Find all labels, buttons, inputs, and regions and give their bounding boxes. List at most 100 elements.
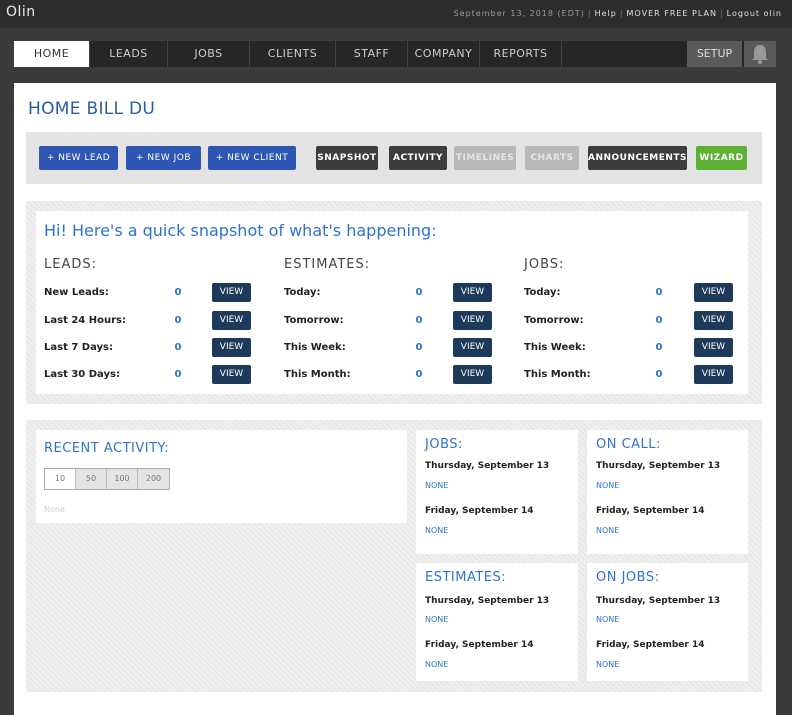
top-bar: Olin September 13, 2018 (EDT) | Help | MOVER… xyxy=(0,0,792,28)
stat-value: 0 xyxy=(174,342,182,353)
tab-jobs[interactable]: JOBS xyxy=(168,41,250,67)
new-lead-button[interactable]: + NEW LEAD xyxy=(39,146,118,170)
charts-button[interactable]: CHARTS xyxy=(525,146,579,170)
schedule-none-link[interactable]: NONE xyxy=(425,526,448,535)
schedule-date: Thursday, September 13 xyxy=(596,461,721,471)
stat-label: Today: xyxy=(284,287,321,298)
stat-value: 0 xyxy=(655,315,663,326)
snapshot-title: Hi! Here's a quick snapshot of what's ha… xyxy=(44,221,437,240)
stat-value: 0 xyxy=(415,369,423,380)
help-link[interactable]: Help xyxy=(595,9,617,18)
leads-heading: LEADS: xyxy=(44,257,97,272)
view-button[interactable]: VIEW xyxy=(453,311,492,330)
stat-value: 0 xyxy=(415,287,423,298)
stat-value: 0 xyxy=(415,342,423,353)
stat-label: Tomorrow: xyxy=(284,315,344,326)
view-button[interactable]: VIEW xyxy=(694,283,733,302)
tab-reports[interactable]: REPORTS xyxy=(480,41,562,67)
stat-value: 0 xyxy=(415,315,423,326)
app-brand: Olin xyxy=(6,4,36,20)
schedule-date: Friday, September 14 xyxy=(596,506,705,516)
recent-activity-panel: RECENT ACTIVITY: 10 50 100 200 None xyxy=(36,430,407,523)
view-button[interactable]: VIEW xyxy=(453,365,492,384)
notifications-button[interactable] xyxy=(744,41,776,67)
setup-button[interactable]: SETUP xyxy=(687,41,742,67)
plan-link[interactable]: MOVER FREE PLAN xyxy=(627,9,717,18)
stat-label: This Week: xyxy=(284,342,346,353)
page-size-option[interactable]: 100 xyxy=(107,469,138,489)
card-title: ON JOBS: xyxy=(596,570,660,585)
schedule-date: Friday, September 14 xyxy=(425,506,534,516)
stat-value: 0 xyxy=(655,369,663,380)
view-button[interactable]: VIEW xyxy=(212,311,251,330)
tab-home[interactable]: HOME xyxy=(14,41,90,67)
top-meta: September 13, 2018 (EDT) | Help | MOVER FREE… xyxy=(453,9,782,18)
on-call-card: ON CALL: Thursday, September 13 NONE Fri… xyxy=(587,430,748,554)
card-title: ESTIMATES: xyxy=(425,570,507,585)
stat-label: This Month: xyxy=(524,369,591,380)
stat-value: 0 xyxy=(655,342,663,353)
view-button[interactable]: VIEW xyxy=(694,365,733,384)
schedule-none-link[interactable]: NONE xyxy=(596,526,619,535)
timelines-button[interactable]: TIMELINES xyxy=(454,146,516,170)
tab-clients[interactable]: CLIENTS xyxy=(250,41,336,67)
new-job-button[interactable]: + NEW JOB xyxy=(126,146,201,170)
schedule-date: Friday, September 14 xyxy=(425,640,534,650)
page-title: HOME BILL DU xyxy=(28,99,156,119)
page-size-option[interactable]: 200 xyxy=(138,469,169,489)
tab-leads[interactable]: LEADS xyxy=(90,41,168,67)
schedule-none-link[interactable]: NONE xyxy=(425,481,448,490)
logout-link[interactable]: Logout olin xyxy=(727,9,782,18)
estimates-heading: ESTIMATES: xyxy=(284,257,371,272)
view-button[interactable]: VIEW xyxy=(694,311,733,330)
schedule-none-link[interactable]: NONE xyxy=(596,481,619,490)
activity-button[interactable]: ACTIVITY xyxy=(389,146,447,170)
schedule-date: Thursday, September 13 xyxy=(425,596,550,606)
bell-icon xyxy=(752,45,768,64)
schedule-none-link[interactable]: NONE xyxy=(596,615,619,624)
schedule-none-link[interactable]: NONE xyxy=(596,660,619,669)
jobs-heading: JOBS: xyxy=(524,257,565,272)
wizard-button[interactable]: WIZARD xyxy=(696,146,747,170)
stat-value: 0 xyxy=(174,315,182,326)
schedule-none-link[interactable]: NONE xyxy=(425,615,448,624)
tab-staff[interactable]: STAFF xyxy=(336,41,408,67)
tab-company[interactable]: COMPANY xyxy=(408,41,480,67)
new-client-button[interactable]: + NEW CLIENT xyxy=(208,146,296,170)
page-size-selector: 10 50 100 200 xyxy=(44,468,170,490)
view-button[interactable]: VIEW xyxy=(212,365,251,384)
action-toolbar: + NEW LEAD + NEW JOB + NEW CLIENT SNAPSH… xyxy=(26,132,762,184)
stat-label: Last 7 Days: xyxy=(44,342,113,353)
page-size-option[interactable]: 50 xyxy=(76,469,107,489)
schedule-date: Thursday, September 13 xyxy=(596,596,721,606)
main-content: HOME BILL DU + NEW LEAD + NEW JOB + NEW … xyxy=(14,83,776,715)
page-size-option[interactable]: 10 xyxy=(45,469,76,489)
current-date: September 13, 2018 (EDT) xyxy=(453,9,585,18)
view-button[interactable]: VIEW xyxy=(212,283,251,302)
stat-label: Today: xyxy=(524,287,561,298)
card-title: ON CALL: xyxy=(596,437,661,452)
announcements-button[interactable]: ANNOUNCEMENTS xyxy=(588,146,687,170)
view-button[interactable]: VIEW xyxy=(212,338,251,357)
snapshot-panel: Hi! Here's a quick snapshot of what's ha… xyxy=(36,211,748,394)
jobs-schedule-card: JOBS: Thursday, September 13 NONE Friday… xyxy=(416,430,578,554)
stat-label: Last 30 Days: xyxy=(44,369,120,380)
stat-label: New Leads: xyxy=(44,287,109,298)
view-button[interactable]: VIEW xyxy=(694,338,733,357)
stat-label: This Week: xyxy=(524,342,586,353)
stat-value: 0 xyxy=(174,287,182,298)
view-button[interactable]: VIEW xyxy=(453,283,492,302)
stat-value: 0 xyxy=(174,369,182,380)
schedule-date: Thursday, September 13 xyxy=(425,461,550,471)
recent-activity-title: RECENT ACTIVITY: xyxy=(44,441,170,456)
card-title: JOBS: xyxy=(425,437,463,452)
snapshot-button[interactable]: SNAPSHOT xyxy=(316,146,378,170)
on-jobs-card: ON JOBS: Thursday, September 13 NONE Fri… xyxy=(587,563,748,681)
schedule-none-link[interactable]: NONE xyxy=(425,660,448,669)
stat-value: 0 xyxy=(655,287,663,298)
schedule-date: Friday, September 14 xyxy=(596,640,705,650)
stat-label: Last 24 Hours: xyxy=(44,315,126,326)
main-nav: HOME LEADS JOBS CLIENTS STAFF COMPANY RE… xyxy=(14,41,776,67)
stat-label: This Month: xyxy=(284,369,351,380)
view-button[interactable]: VIEW xyxy=(453,338,492,357)
